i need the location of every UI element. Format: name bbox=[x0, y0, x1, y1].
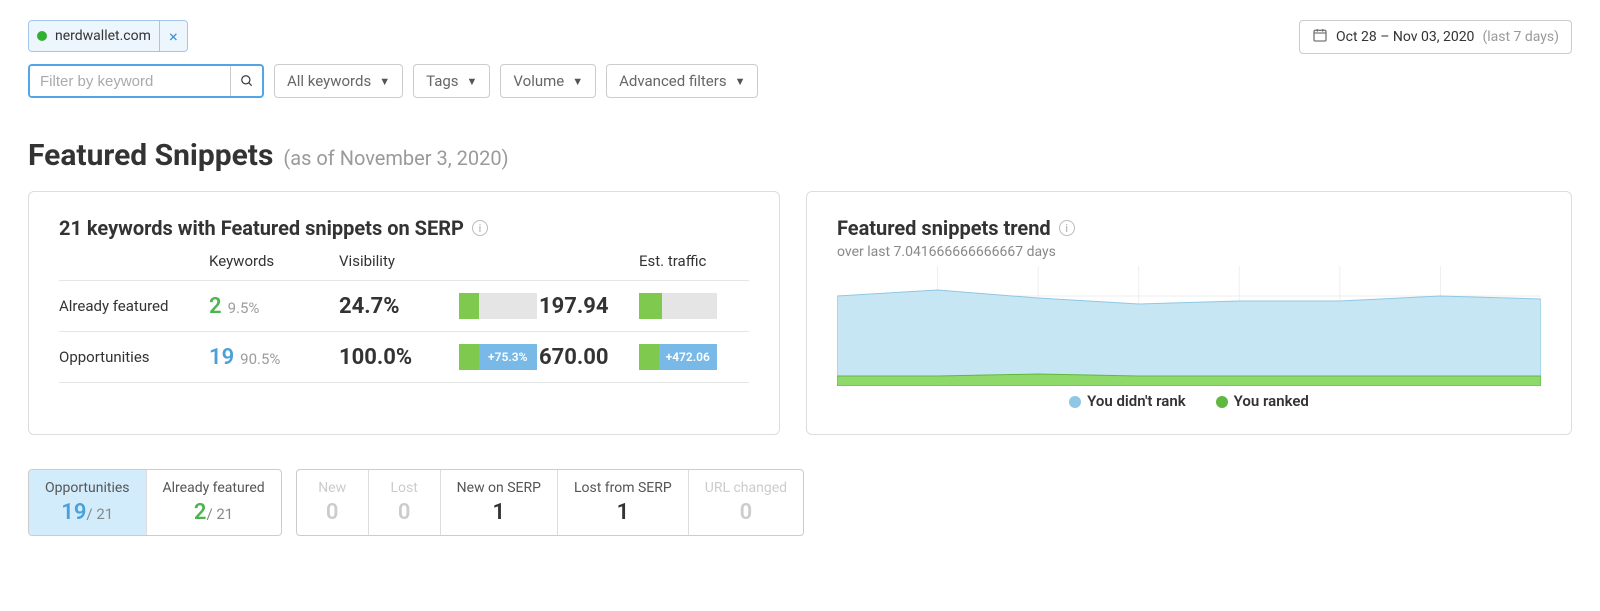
search-icon[interactable] bbox=[230, 66, 262, 96]
filter-advanced[interactable]: Advanced filters▼ bbox=[606, 64, 758, 98]
chevron-down-icon: ▼ bbox=[467, 75, 478, 88]
tab-row: Opportunities 19/ 21 Already featured 2/… bbox=[28, 469, 1572, 536]
domain-name: nerdwallet.com bbox=[55, 28, 151, 44]
tab-lost[interactable]: Lost 0 bbox=[369, 470, 441, 535]
status-dot-icon bbox=[37, 31, 47, 41]
keyword-count: 19 bbox=[209, 345, 234, 370]
visibility-bar bbox=[459, 293, 537, 319]
row-label: Opportunities bbox=[59, 348, 209, 366]
info-icon[interactable]: i bbox=[1059, 220, 1075, 236]
info-icon[interactable]: i bbox=[472, 220, 488, 236]
chevron-down-icon: ▼ bbox=[379, 75, 390, 88]
chevron-down-icon: ▼ bbox=[735, 75, 746, 88]
tab-already-featured[interactable]: Already featured 2/ 21 bbox=[147, 470, 281, 535]
traffic-value: 670.00 bbox=[539, 345, 639, 370]
row-already-featured: Already featured 29.5% 24.7% 197.94 bbox=[59, 280, 749, 331]
keyword-filter[interactable] bbox=[28, 64, 264, 98]
tab-group-main: Opportunities 19/ 21 Already featured 2/… bbox=[28, 469, 282, 536]
calendar-icon bbox=[1312, 27, 1328, 47]
filter-all-keywords[interactable]: All keywords▼ bbox=[274, 64, 403, 98]
traffic-value: 197.94 bbox=[539, 294, 639, 319]
tab-lost-from-serp[interactable]: Lost from SERP 1 bbox=[558, 470, 689, 535]
date-range-text: Oct 28 – Nov 03, 2020 bbox=[1336, 29, 1474, 45]
date-range-picker[interactable]: Oct 28 – Nov 03, 2020 (last 7 days) bbox=[1299, 20, 1572, 54]
trend-title: Featured snippets trend bbox=[837, 216, 1051, 240]
col-keywords: Keywords bbox=[209, 252, 339, 270]
date-range-suffix: (last 7 days) bbox=[1482, 29, 1559, 45]
traffic-bar bbox=[639, 293, 717, 319]
tab-group-changes: New 0 Lost 0 New on SERP 1 Lost from SER… bbox=[296, 469, 804, 536]
trend-subtitle: over last 7.041666666666667 days bbox=[837, 244, 1541, 260]
chart-legend: You didn't rank You ranked bbox=[837, 392, 1541, 410]
filter-volume[interactable]: Volume▼ bbox=[500, 64, 596, 98]
summary-title: 21 keywords with Featured snippets on SE… bbox=[59, 216, 464, 240]
domain-chip[interactable]: nerdwallet.com × bbox=[28, 20, 188, 52]
tab-url-changed[interactable]: URL changed 0 bbox=[689, 470, 803, 535]
col-traffic: Est. traffic bbox=[639, 252, 749, 270]
visibility-value: 100.0% bbox=[339, 345, 459, 370]
trend-chart bbox=[837, 266, 1541, 386]
trend-card: Featured snippets trend i over last 7.041… bbox=[806, 191, 1572, 435]
traffic-bar: +472.06 bbox=[639, 344, 717, 370]
close-icon[interactable]: × bbox=[159, 21, 187, 51]
keyword-filter-input[interactable] bbox=[30, 66, 230, 96]
keyword-count: 2 bbox=[209, 294, 222, 319]
visibility-bar: +75.3% bbox=[459, 344, 537, 370]
filter-bar: All keywords▼ Tags▼ Volume▼ Advanced fil… bbox=[28, 64, 1572, 98]
page-subtitle: (as of November 3, 2020) bbox=[283, 146, 508, 170]
row-label: Already featured bbox=[59, 297, 209, 315]
legend-no-rank: You didn't rank bbox=[1069, 392, 1186, 410]
col-visibility: Visibility bbox=[339, 252, 539, 270]
summary-card: 21 keywords with Featured snippets on SE… bbox=[28, 191, 780, 435]
tab-opportunities[interactable]: Opportunities 19/ 21 bbox=[29, 470, 147, 535]
tab-new-on-serp[interactable]: New on SERP 1 bbox=[441, 470, 558, 535]
chevron-down-icon: ▼ bbox=[572, 75, 583, 88]
legend-rank: You ranked bbox=[1216, 392, 1309, 410]
visibility-value: 24.7% bbox=[339, 294, 459, 319]
filter-tags[interactable]: Tags▼ bbox=[413, 64, 490, 98]
row-opportunities: Opportunities 1990.5% 100.0% +75.3% 670.… bbox=[59, 331, 749, 383]
page-title: Featured Snippets (as of November 3, 202… bbox=[28, 138, 1572, 173]
tab-new[interactable]: New 0 bbox=[297, 470, 369, 535]
